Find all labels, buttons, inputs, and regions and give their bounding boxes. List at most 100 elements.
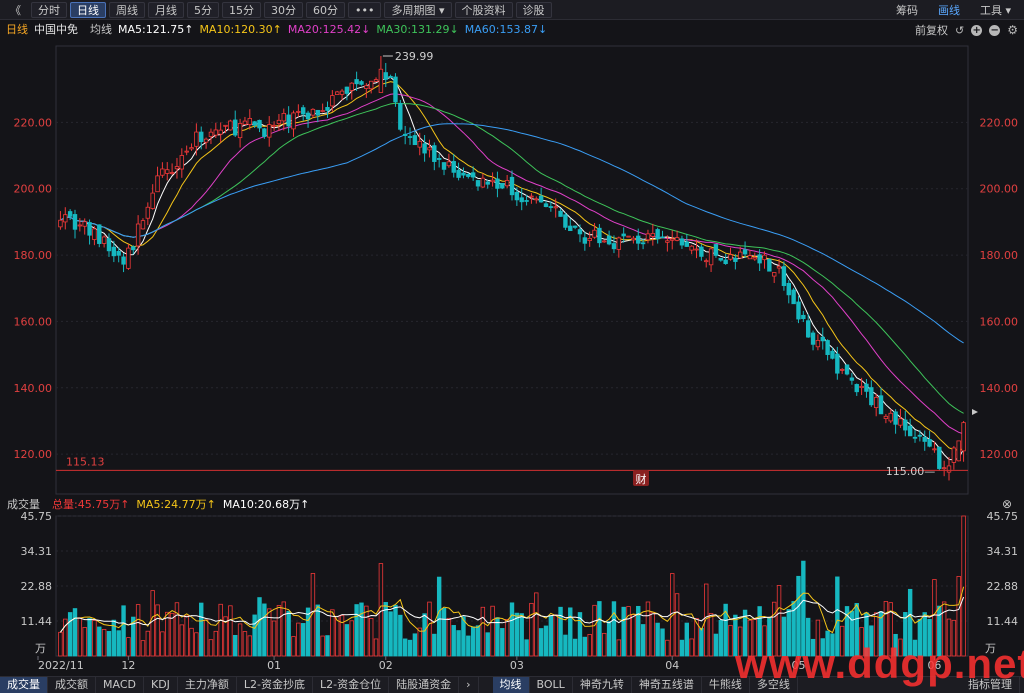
candle-body xyxy=(937,446,942,469)
ma5-value: MA5:121.75↑ xyxy=(118,22,194,36)
candle-body xyxy=(883,415,889,419)
tab-northbound[interactable]: 陆股通资金 xyxy=(389,677,460,693)
volume-bar xyxy=(82,627,87,657)
volume-bar xyxy=(334,615,340,657)
tab-weekly[interactable]: 周线 xyxy=(109,1,145,18)
volume-bar xyxy=(704,583,709,657)
avg-line-toggle[interactable]: 均线 xyxy=(90,21,112,37)
volume-bar xyxy=(621,606,626,657)
volume-tick-label-right: 22.88 xyxy=(987,580,1019,593)
volume-bar xyxy=(286,610,291,657)
volume-ma10: MA10:20.68万↑ xyxy=(222,498,310,511)
tab-5min[interactable]: 5分 xyxy=(187,1,219,18)
adjust-mode-button[interactable]: 前复权 xyxy=(915,22,948,38)
x-axis-label: 2022/11 xyxy=(38,659,84,672)
ma30-line xyxy=(60,102,964,414)
candle-body xyxy=(213,129,219,136)
volume-bar xyxy=(106,631,112,657)
volume-tick-label-left: 45.75 xyxy=(21,512,53,523)
tab-15min[interactable]: 15分 xyxy=(222,1,261,18)
candle-body xyxy=(199,131,204,143)
candle-body xyxy=(490,179,495,183)
low-price-label: 115.00— xyxy=(886,465,936,478)
stock-diagnosis-button[interactable]: 诊股 xyxy=(515,1,552,18)
volume-bar xyxy=(543,625,549,657)
tab-turnover[interactable]: 成交额 xyxy=(48,677,96,693)
volume-bar xyxy=(461,616,466,657)
reference-line-label: 115.13 xyxy=(66,455,105,468)
candle-body xyxy=(917,434,923,437)
candle-body xyxy=(543,203,549,207)
tab-l2-position[interactable]: L2-资金仓位 xyxy=(313,677,390,693)
candle-body xyxy=(859,385,864,389)
tab-60min[interactable]: 60分 xyxy=(306,1,345,18)
tab-volume[interactable]: 成交量 xyxy=(0,677,48,693)
volume-bar xyxy=(150,590,155,657)
candle-body xyxy=(907,425,913,437)
price-tick-label-right: 120.00 xyxy=(980,448,1019,461)
tab-kdj[interactable]: KDJ xyxy=(144,677,178,693)
tab-nine-turn[interactable]: 神奇九转 xyxy=(573,677,632,693)
multi-period-dropdown[interactable]: 多周期图 ▾ xyxy=(384,1,452,18)
zoom-out-icon[interactable]: − xyxy=(989,24,1001,36)
candle-body xyxy=(383,72,388,80)
candle-body xyxy=(228,120,233,131)
tab-boll[interactable]: BOLL xyxy=(530,677,573,693)
settings-gear-icon[interactable]: ⚙ xyxy=(1007,23,1018,37)
volume-bar xyxy=(548,615,554,657)
volume-bar xyxy=(597,601,602,657)
candle-body xyxy=(893,411,898,425)
more-periods-button[interactable]: ••• xyxy=(348,1,382,18)
candle-body xyxy=(781,266,787,287)
volume-bar xyxy=(660,628,665,657)
zoom-in-icon[interactable]: + xyxy=(971,24,983,36)
close-volume-icon[interactable]: ⊗ xyxy=(1002,497,1012,511)
scroll-right-icon[interactable]: › xyxy=(459,677,479,693)
volume-bar xyxy=(140,640,146,657)
volume-bar xyxy=(572,638,578,657)
tools-dropdown[interactable]: 工具 ▾ xyxy=(973,2,1018,18)
tab-intraday[interactable]: 分时 xyxy=(31,1,67,18)
tab-macd[interactable]: MACD xyxy=(96,677,144,693)
chips-button[interactable]: 筹码 xyxy=(889,2,925,18)
stock-profile-button[interactable]: 个股资料 xyxy=(454,1,513,18)
reset-icon[interactable]: ↺ xyxy=(955,24,964,37)
x-axis-label: 12 xyxy=(121,659,135,672)
tab-main-net[interactable]: 主力净额 xyxy=(178,677,237,693)
tab-five-line[interactable]: 神奇五线谱 xyxy=(632,677,702,693)
candle-body xyxy=(674,237,680,241)
candle-body xyxy=(194,131,199,147)
volume-bar xyxy=(529,602,534,657)
candle-body xyxy=(320,110,325,112)
tab-ma[interactable]: 均线 xyxy=(492,677,530,693)
candle-body xyxy=(92,228,97,240)
candle-body xyxy=(330,95,335,107)
draw-line-button[interactable]: 画线 xyxy=(931,2,967,18)
candle-body xyxy=(815,340,821,348)
volume-bar xyxy=(179,624,185,657)
volume-bar xyxy=(718,620,723,657)
candle-body xyxy=(762,254,767,261)
candle-body xyxy=(334,91,340,95)
price-tick-label-right: 160.00 xyxy=(980,315,1019,328)
tab-daily[interactable]: 日线 xyxy=(70,1,106,18)
candle-body xyxy=(359,81,364,85)
volume-bar xyxy=(475,625,481,657)
candle-body xyxy=(927,439,932,447)
back-button[interactable]: 《 xyxy=(3,2,28,18)
price-chart[interactable]: 120.00 120.00 140.00 140.00 160.00 160.00 180.… xyxy=(0,38,1024,496)
volume-bar xyxy=(563,634,568,657)
candle-body xyxy=(514,192,520,201)
volume-bar xyxy=(485,632,490,657)
volume-bar xyxy=(344,624,350,657)
candle-body xyxy=(398,102,403,130)
tab-30min[interactable]: 30分 xyxy=(264,1,303,18)
volume-bar xyxy=(558,606,563,657)
candle-body xyxy=(718,257,723,261)
candle-body xyxy=(422,143,427,154)
tab-monthly[interactable]: 月线 xyxy=(148,1,184,18)
candle-body xyxy=(407,136,413,138)
candle-body xyxy=(349,82,354,91)
volume-total: 总量:45.75万↑ xyxy=(52,498,130,511)
tab-l2-bottom[interactable]: L2-资金抄底 xyxy=(237,677,314,693)
